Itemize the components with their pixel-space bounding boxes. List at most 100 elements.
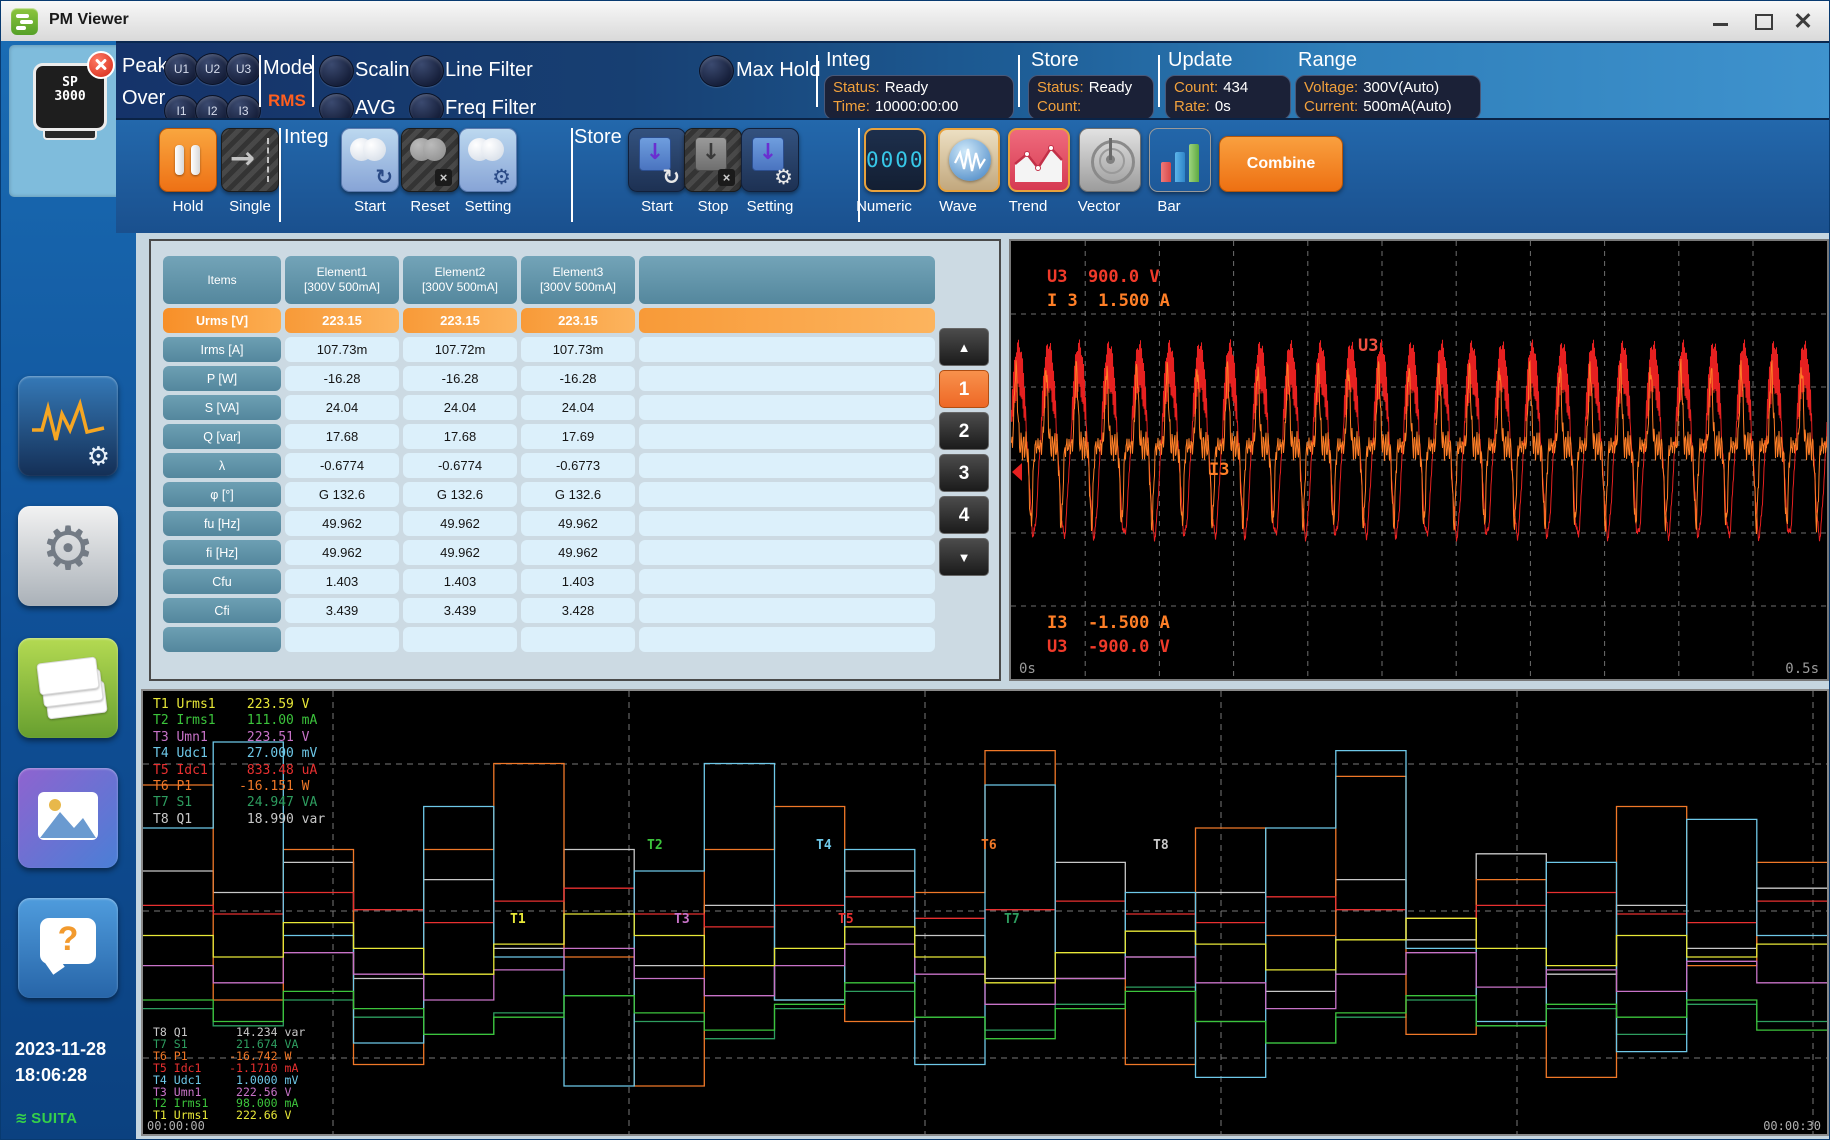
max-hold-indicator[interactable] bbox=[699, 55, 734, 87]
maximize-button[interactable] bbox=[1747, 9, 1777, 33]
sidebar-help-button[interactable]: ? bbox=[18, 898, 118, 998]
store-setting-button[interactable]: ↓ ⚙ bbox=[741, 128, 799, 192]
value-cell: 49.962 bbox=[285, 511, 399, 536]
legend-entry-t7: T7S124.947VA bbox=[153, 795, 325, 811]
row-label-0[interactable]: Urms [V] bbox=[163, 308, 281, 333]
row-label-1[interactable]: Irms [A] bbox=[163, 337, 281, 362]
device-model-line2: 3000 bbox=[36, 90, 104, 104]
toolbar-label-setting-7: Setting bbox=[730, 198, 810, 215]
main-content: ItemsElement1[300V 500mA]Element2[300V 5… bbox=[136, 233, 1830, 1140]
sidebar-layers-button[interactable] bbox=[18, 638, 118, 738]
single-button[interactable]: → bbox=[221, 128, 279, 192]
legend-entry-t3: T3Umn1223.51V bbox=[153, 730, 325, 746]
value-cell: G 132.6 bbox=[521, 482, 635, 507]
row-label-8[interactable]: fi [Hz] bbox=[163, 540, 281, 565]
title-bar: PM Viewer bbox=[1, 1, 1830, 42]
store-group-label: Store bbox=[574, 126, 622, 149]
integ-start-button[interactable]: ↻ bbox=[341, 128, 399, 192]
toolbar-label-numeric-8: Numeric bbox=[844, 198, 924, 215]
minimize-button[interactable] bbox=[1705, 9, 1735, 33]
page-button-4[interactable]: 4 bbox=[939, 496, 989, 534]
row-label-7[interactable]: fu [Hz] bbox=[163, 511, 281, 536]
combine-button[interactable]: Combine bbox=[1219, 136, 1343, 192]
close-button[interactable] bbox=[1787, 9, 1817, 33]
value-cell bbox=[403, 627, 517, 652]
value-cell: G 132.6 bbox=[285, 482, 399, 507]
line-filter-label: Line Filter bbox=[445, 59, 533, 82]
svg-text:T4: T4 bbox=[816, 838, 832, 853]
col-header-items: Items bbox=[163, 256, 281, 304]
integ-reset-button[interactable]: × bbox=[401, 128, 459, 192]
row-label-11[interactable] bbox=[163, 627, 281, 652]
numeric-digits-icon: 0000 bbox=[866, 148, 924, 172]
legend-entry-t2: T2Irms1111.00mA bbox=[153, 713, 325, 729]
value-cell: 1.403 bbox=[403, 569, 517, 594]
view-bar-button[interactable] bbox=[1149, 128, 1211, 192]
wave-chart-panel: U3I3 U3 900.0 V I 3 1.500 A I3 -1.500 A … bbox=[1009, 239, 1829, 681]
page-button-1[interactable]: 1 bbox=[939, 370, 989, 408]
svg-text:T6: T6 bbox=[981, 838, 997, 853]
gear-icon: ⚙ bbox=[492, 165, 511, 189]
disconnected-badge-icon bbox=[87, 51, 115, 79]
store-start-button[interactable]: ↓ ↻ bbox=[628, 128, 686, 192]
value-cell: 49.962 bbox=[403, 540, 517, 565]
x-icon: × bbox=[718, 169, 735, 186]
row-label-2[interactable]: P [W] bbox=[163, 366, 281, 391]
col-header-element2: Element2[300V 500mA] bbox=[403, 256, 517, 304]
wave-icon bbox=[949, 139, 991, 181]
page-down-button[interactable]: ▼ bbox=[939, 538, 989, 576]
toolbar-label-vector-11: Vector bbox=[1059, 198, 1139, 215]
update-rate: 0s bbox=[1215, 97, 1231, 116]
store-section-title: Store bbox=[1031, 49, 1079, 72]
legend-entry-t4: T4Udc127.000mV bbox=[153, 746, 325, 762]
page-button-2[interactable]: 2 bbox=[939, 412, 989, 450]
row-label-4[interactable]: Q [var] bbox=[163, 424, 281, 449]
value-cell: 223.15 bbox=[521, 308, 635, 333]
row-label-10[interactable]: Cfi bbox=[163, 598, 281, 623]
value-cell: 17.68 bbox=[403, 424, 517, 449]
action-toolbar: → Integ ↻ × ⚙ Store ↓ ↻ ↓ × bbox=[116, 118, 1830, 233]
page-button-3[interactable]: 3 bbox=[939, 454, 989, 492]
col-header-element3: Element3[300V 500mA] bbox=[521, 256, 635, 304]
value-cell bbox=[639, 598, 935, 623]
value-cell: 223.15 bbox=[403, 308, 517, 333]
view-wave-button[interactable] bbox=[938, 128, 1000, 192]
sidebar-measure-display-button[interactable]: ⚙ bbox=[18, 376, 118, 476]
sidebar-screenshot-button[interactable] bbox=[18, 768, 118, 868]
range-voltage: 300V(Auto) bbox=[1363, 78, 1439, 97]
trend-icon bbox=[1010, 130, 1067, 189]
view-numeric-button[interactable]: 0000 bbox=[864, 128, 926, 192]
gear-icon: ⚙ bbox=[87, 442, 110, 472]
refresh-icon: ↻ bbox=[375, 165, 393, 189]
sidebar-settings-button[interactable]: ⚙ bbox=[18, 506, 118, 606]
value-cell bbox=[521, 627, 635, 652]
trend-chart: T2T4T6T8T1T3T5T7 bbox=[143, 691, 1827, 1134]
value-cell: 3.439 bbox=[285, 598, 399, 623]
line-filter-indicator[interactable] bbox=[409, 55, 444, 87]
integ-section-title: Integ bbox=[826, 49, 870, 72]
device-panel[interactable]: SP 3000 bbox=[9, 45, 127, 197]
legend-entry-t8: T8Q118.990var bbox=[153, 812, 325, 828]
arrow-icon: → bbox=[230, 141, 255, 176]
wave-i3-max-label: I 3 1.500 A bbox=[1047, 291, 1170, 311]
row-label-3[interactable]: S [VA] bbox=[163, 395, 281, 420]
col-header-blank bbox=[639, 256, 935, 304]
value-cell: 17.68 bbox=[285, 424, 399, 449]
value-cell: 1.403 bbox=[521, 569, 635, 594]
row-label-9[interactable]: Cfu bbox=[163, 569, 281, 594]
value-cell bbox=[639, 627, 935, 652]
integ-setting-button[interactable]: ⚙ bbox=[459, 128, 517, 192]
store-stop-button[interactable]: ↓ × bbox=[684, 128, 742, 192]
scaling-indicator[interactable] bbox=[319, 55, 354, 87]
view-trend-button[interactable] bbox=[1008, 128, 1070, 192]
row-label-6[interactable]: φ [°] bbox=[163, 482, 281, 507]
integ-status-box: Status:Ready Time:10000:00:00 bbox=[824, 75, 1014, 120]
page-up-button[interactable]: ▲ bbox=[939, 328, 989, 366]
waveform-icon bbox=[30, 398, 106, 446]
row-label-5[interactable]: λ bbox=[163, 453, 281, 478]
value-cell: 107.73m bbox=[285, 337, 399, 362]
numeric-table-panel: ItemsElement1[300V 500mA]Element2[300V 5… bbox=[149, 239, 1001, 681]
view-vector-button[interactable] bbox=[1079, 128, 1141, 192]
toolbar-label-bar-12: Bar bbox=[1129, 198, 1209, 215]
hold-button[interactable] bbox=[159, 128, 217, 192]
